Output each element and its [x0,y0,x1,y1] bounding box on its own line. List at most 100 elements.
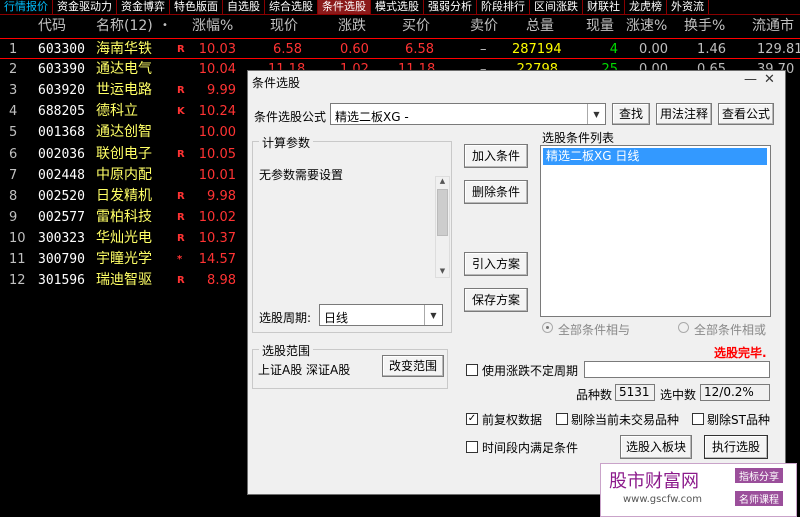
cell-idx: 12 [9,273,26,289]
cell-pct: 14.57 [198,252,236,267]
selected-value: 12/0.2% [700,384,770,401]
tab-12[interactable]: 龙虎榜 [625,0,667,14]
period-input[interactable] [584,361,770,378]
tab-3[interactable]: 特色版面 [170,0,223,14]
radio-or[interactable] [678,322,689,333]
view-formula-button[interactable]: 查看公式 [718,103,774,125]
add-to-board-button[interactable]: 选股入板块 [620,435,692,459]
formula-dropdown[interactable]: 精选二板XG - ▼ [330,103,606,125]
cell-code: 002577 [38,209,85,225]
cell-pct: 10.02 [198,209,236,225]
cell-buy: 6.58 [405,42,434,57]
scroll-thumb[interactable] [437,189,448,236]
import-plan-button[interactable]: 引入方案 [464,252,528,276]
col-chg[interactable]: 涨跌 [338,15,366,37]
col-price[interactable]: 现价 [270,15,298,37]
cell-name: 华灿光电 [96,229,152,246]
adjust-checkbox[interactable]: ✓ [466,413,478,425]
radio-and[interactable] [542,322,553,333]
cell-code: 603300 [38,42,85,57]
count-value: 5131 [615,384,655,401]
cell-idx: 2 [9,62,18,78]
change-range-button[interactable]: 改变范围 [382,355,444,377]
cell-name: 通达创智 [96,124,152,141]
cell-flag: R [177,190,185,202]
cell-vol: 287194 [512,42,562,57]
tab-1[interactable]: 资金驱动力 [53,0,117,14]
radio-or-label: 全部条件相或 [694,323,767,337]
col-vol[interactable]: 总量 [526,15,554,37]
condition-list[interactable]: 精选二板XG 日线 [540,145,771,317]
tab-13[interactable]: 外资流 [667,0,709,14]
watermark-tag2: 名师课程 [735,491,783,506]
cell-code: 603920 [38,83,85,99]
cell-pct: 10.03 [198,42,236,57]
dialog-title: 条件选股 [252,76,301,90]
cell-idx: 7 [9,167,18,183]
cell-pct: 10.00 [198,125,236,141]
tab-4[interactable]: 自选股 [223,0,265,14]
col-sell[interactable]: 卖价 [470,15,498,37]
tab-0[interactable]: 行情报价 [0,0,53,14]
condition-list-item[interactable]: 精选二板XG 日线 [543,148,767,165]
chevron-down-icon: ▼ [587,104,605,124]
exclude-notrade-label: 剔除当前未交易品种 [571,413,680,427]
col-pct[interactable]: 涨幅% [192,15,233,37]
params-scrollbar[interactable]: ▲ ▼ [435,176,450,278]
cell-flag: R [177,275,185,287]
col-float[interactable]: 流通市 [752,15,794,37]
cell-flag: * [177,254,183,265]
execute-button[interactable]: 执行选股 [704,435,768,459]
cell-code: 301596 [38,273,85,289]
col-spd[interactable]: 涨速% [626,15,667,37]
formula-label: 条件选股公式 [254,110,327,124]
exclude-st-checkbox[interactable] [692,413,704,425]
cell-code: 300323 [38,230,85,246]
cell-code: 002520 [38,188,85,204]
dialog-title-bar[interactable]: 条件选股 — ✕ [248,71,785,93]
exclude-notrade-checkbox[interactable] [556,413,568,425]
cell-pct: 10.04 [198,62,236,78]
cell-name: 世运电路 [96,82,152,99]
params-group: 计算参数 无参数需要设置 ▲ ▼ 选股周期: 日线 ▼ [252,134,452,333]
tab-6[interactable]: 条件选股 [318,0,371,14]
cell-idx: 5 [9,125,18,141]
tab-5[interactable]: 综合选股 [265,0,318,14]
tab-9[interactable]: 阶段排行 [477,0,530,14]
delete-condition-button[interactable]: 删除条件 [464,180,528,204]
radio-and-label: 全部条件相与 [558,323,631,337]
count-label: 品种数 [576,388,613,402]
time-range-checkbox[interactable] [466,441,478,453]
exclude-st-label: 剔除ST品种 [707,413,770,427]
col-name[interactable]: 名称(12) [96,15,153,37]
scroll-up-icon[interactable]: ▲ [436,177,449,187]
col-cur[interactable]: 现量 [586,15,614,37]
tab-8[interactable]: 强弱分析 [424,0,477,14]
cell-pct: 10.01 [198,167,236,183]
table-row[interactable]: 1 603300 海南华铁 R 10.03 6.58 0.60 6.58 – 287194 4 0.0… [0,38,800,59]
col-code[interactable]: 代码 [38,15,66,37]
scroll-down-icon[interactable]: ▼ [436,267,449,277]
col-buy[interactable]: 买价 [402,15,430,37]
tab-7[interactable]: 模式选股 [371,0,424,14]
tab-2[interactable]: 资金博弈 [117,0,170,14]
cell-spd: 0.00 [639,42,668,57]
usage-notes-button[interactable]: 用法注释 [656,103,712,125]
minimize-icon[interactable]: — [744,72,757,87]
period-value: 日线 [324,311,349,325]
add-condition-button[interactable]: 加入条件 [464,144,528,168]
cell-price: 6.58 [273,42,302,57]
use-period-checkbox[interactable] [466,364,478,376]
cell-idx: 3 [9,83,18,99]
col-turn[interactable]: 换手% [684,15,725,37]
find-button[interactable]: 查找 [612,103,650,125]
close-icon[interactable]: ✕ [764,72,775,87]
range-value: 上证A股 深证A股 [258,363,351,377]
tab-10[interactable]: 区间涨跌 [530,0,583,14]
cell-code: 002036 [38,146,85,162]
tab-11[interactable]: 财联社 [583,0,625,14]
cell-flag: R [177,232,185,244]
period-dropdown[interactable]: 日线 ▼ [319,304,443,326]
save-plan-button[interactable]: 保存方案 [464,288,528,312]
col-dot: • [162,20,168,31]
